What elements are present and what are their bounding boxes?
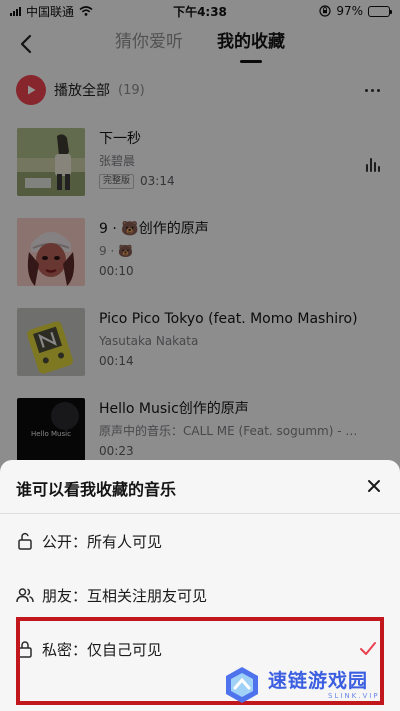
close-button[interactable] [362, 474, 386, 498]
option-label: 公开：所有人可见 [42, 532, 163, 551]
watermark-text: 速链游戏园 SLINK.VIP [268, 670, 380, 700]
watermark-logo-icon [226, 667, 258, 703]
sheet-header: 谁可以看我收藏的音乐 [0, 460, 400, 512]
close-icon [368, 480, 380, 492]
friends-icon [16, 586, 34, 604]
watermark-en: SLINK.VIP [328, 692, 380, 700]
option-label: 朋友：互相关注朋友可见 [42, 586, 208, 605]
unlock-icon [16, 532, 34, 550]
watermark-cn: 速链游戏园 [268, 670, 369, 692]
sheet-title: 谁可以看我收藏的音乐 [16, 480, 177, 499]
watermark: 速链游戏园 SLINK.VIP [222, 662, 394, 708]
option-friends[interactable]: 朋友：互相关注朋友可见 [0, 568, 400, 622]
option-public[interactable]: 公开：所有人可见 [0, 514, 400, 568]
